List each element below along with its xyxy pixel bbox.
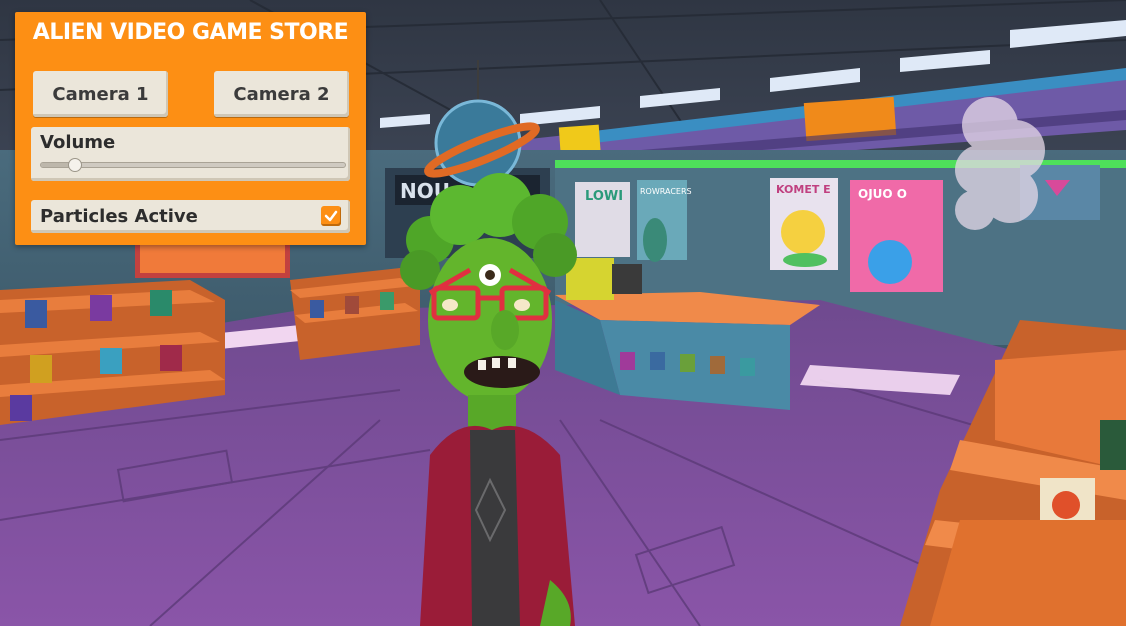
checkmark-icon: [324, 210, 338, 222]
settings-panel: ALIEN VIDEO GAME STORE Camera 1 Camera 2…: [15, 12, 366, 245]
svg-text:LOWI: LOWI: [585, 189, 623, 204]
center-game-shelf: [290, 268, 420, 360]
camera-2-button[interactable]: Camera 2: [214, 71, 349, 117]
volume-slider[interactable]: [40, 158, 346, 172]
game-title: ALIEN VIDEO GAME STORE: [32, 20, 349, 45]
particles-checkbox[interactable]: [321, 206, 341, 226]
particles-toggle-row[interactable]: Particles Active: [31, 200, 350, 233]
camera-1-button[interactable]: Camera 1: [33, 71, 168, 117]
svg-text:OJUO O: OJUO O: [858, 187, 907, 201]
svg-text:ROWRACERS: ROWRACERS: [640, 187, 692, 196]
volume-slider-thumb[interactable]: [68, 158, 83, 172]
volume-label: Volume: [40, 132, 116, 153]
volume-control: Volume: [31, 127, 350, 181]
particles-label: Particles Active: [40, 206, 198, 227]
svg-text:KOMET E: KOMET E: [776, 183, 831, 196]
